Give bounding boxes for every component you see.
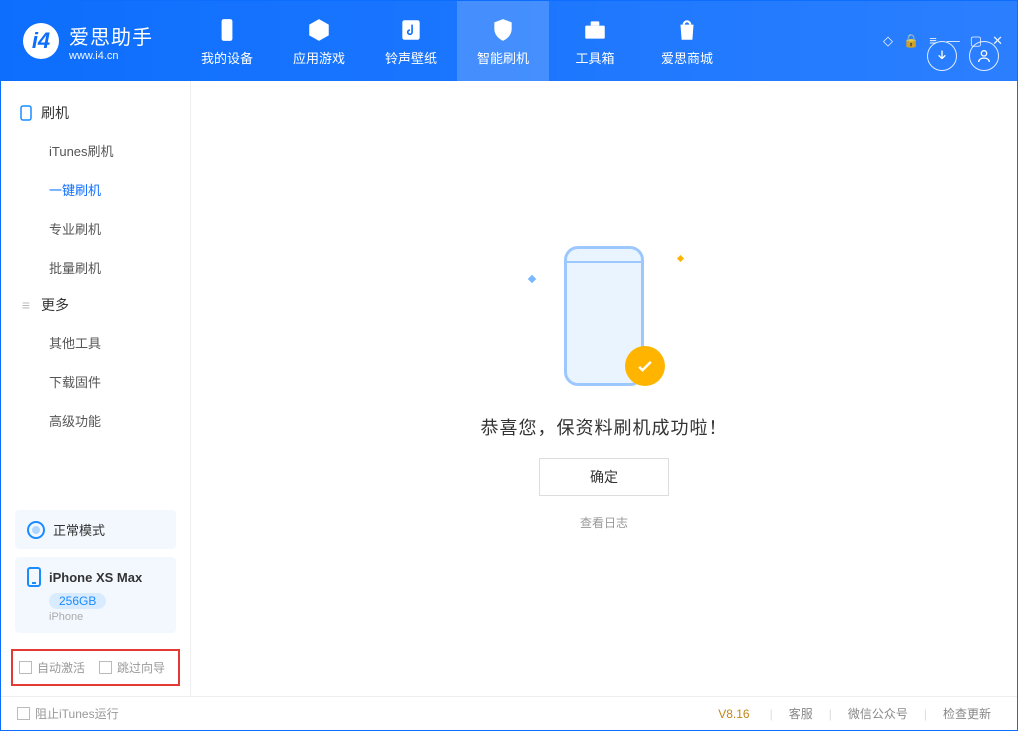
group-title: 刷机: [41, 103, 69, 123]
nav-apps-games[interactable]: 应用游戏: [273, 1, 365, 81]
footer-link-support[interactable]: 客服: [779, 705, 823, 722]
device-card[interactable]: iPhone XS Max 256GB iPhone: [15, 557, 176, 633]
sidebar-item-other-tools[interactable]: 其他工具: [1, 323, 190, 362]
app-name: 爱思助手: [69, 21, 153, 50]
success-illustration: [549, 246, 659, 396]
list-icon: ≡: [19, 298, 33, 312]
ok-button[interactable]: 确定: [539, 458, 669, 496]
sparkle-icon: [677, 255, 684, 262]
view-log-link[interactable]: 查看日志: [580, 514, 628, 531]
sidebar-item-pro-flash[interactable]: 专业刷机: [1, 209, 190, 248]
download-button[interactable]: [927, 41, 957, 71]
main-panel: 恭喜您，保资料刷机成功啦！ 确定 查看日志: [191, 81, 1017, 696]
shield-icon: [489, 16, 517, 44]
toolbox-icon: [581, 16, 609, 44]
mode-icon: [27, 521, 45, 539]
footer-link-update[interactable]: 检查更新: [933, 705, 1001, 722]
success-check-icon: [625, 346, 665, 386]
nav-my-device[interactable]: 我的设备: [181, 1, 273, 81]
device-icon: [213, 16, 241, 44]
skip-guide-checkbox[interactable]: 跳过向导: [99, 659, 165, 676]
cube-icon: [305, 16, 333, 44]
block-itunes-checkbox[interactable]: 阻止iTunes运行: [17, 705, 119, 722]
nav-toolbox[interactable]: 工具箱: [549, 1, 641, 81]
user-button[interactable]: [969, 41, 999, 71]
mode-box[interactable]: 正常模式: [15, 510, 176, 549]
footer: 阻止iTunes运行 V8.16 | 客服 | 微信公众号 | 检查更新: [1, 696, 1017, 730]
sidebar-item-onekey-flash[interactable]: 一键刷机: [1, 170, 190, 209]
music-icon: [397, 16, 425, 44]
footer-link-wechat[interactable]: 微信公众号: [838, 705, 918, 722]
version-label: V8.16: [718, 707, 749, 721]
success-message: 恭喜您，保资料刷机成功啦！: [481, 414, 728, 440]
sidebar-item-itunes-flash[interactable]: iTunes刷机: [1, 131, 190, 170]
sidebar: 刷机 iTunes刷机 一键刷机 专业刷机 批量刷机 ≡ 更多 其他工具 下载固…: [1, 81, 191, 696]
titlebar: i4 爱思助手 www.i4.cn 我的设备 应用游戏 铃声壁纸 智能刷机: [1, 1, 1017, 81]
sidebar-group-flash: 刷机: [1, 95, 190, 131]
mode-label: 正常模式: [53, 520, 105, 539]
app-window: i4 爱思助手 www.i4.cn 我的设备 应用游戏 铃声壁纸 智能刷机: [0, 0, 1018, 731]
app-url: www.i4.cn: [69, 50, 153, 62]
device-phone-icon: [27, 567, 41, 587]
nav-label: 工具箱: [575, 48, 614, 67]
nav-label: 铃声壁纸: [385, 48, 437, 67]
top-nav: 我的设备 应用游戏 铃声壁纸 智能刷机 工具箱 爱思商城: [181, 1, 733, 81]
device-capacity: 256GB: [49, 593, 106, 609]
options-row: 自动激活 跳过向导: [11, 649, 180, 686]
phone-icon: [19, 106, 33, 120]
nav-smart-flash[interactable]: 智能刷机: [457, 1, 549, 81]
nav-label: 爱思商城: [661, 48, 713, 67]
body: 刷机 iTunes刷机 一键刷机 专业刷机 批量刷机 ≡ 更多 其他工具 下载固…: [1, 81, 1017, 696]
sidebar-group-more: ≡ 更多: [1, 287, 190, 323]
lock-icon[interactable]: 🔒: [903, 33, 919, 49]
bag-icon: [673, 16, 701, 44]
nav-ringtone-wallpaper[interactable]: 铃声壁纸: [365, 1, 457, 81]
nav-label: 应用游戏: [293, 48, 345, 67]
group-title: 更多: [41, 295, 69, 315]
shirt-icon[interactable]: ◇: [883, 33, 893, 49]
nav-label: 我的设备: [201, 48, 253, 67]
nav-label: 智能刷机: [477, 48, 529, 67]
device-type: iPhone: [49, 611, 164, 623]
logo: i4 爱思助手 www.i4.cn: [1, 21, 171, 62]
auto-activate-checkbox[interactable]: 自动激活: [19, 659, 85, 676]
nav-store[interactable]: 爱思商城: [641, 1, 733, 81]
logo-text: 爱思助手 www.i4.cn: [69, 21, 153, 62]
sidebar-item-download-firmware[interactable]: 下载固件: [1, 362, 190, 401]
sidebar-item-advanced[interactable]: 高级功能: [1, 401, 190, 440]
sparkle-icon: [528, 275, 536, 283]
logo-icon: i4: [23, 23, 59, 59]
sidebar-item-batch-flash[interactable]: 批量刷机: [1, 248, 190, 287]
device-name: iPhone XS Max: [49, 570, 142, 585]
